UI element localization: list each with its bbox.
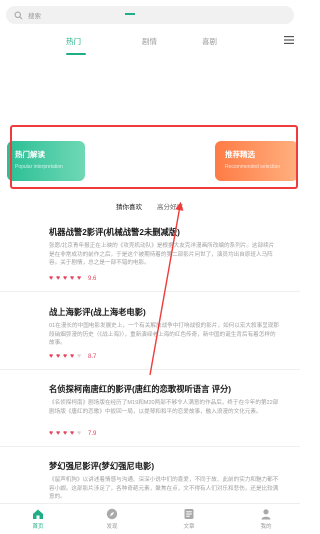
bottom-nav: 首页 发现 文章 我的 [0,503,300,534]
tab-drama[interactable]: 剧情 [142,36,157,47]
divider [0,291,300,292]
subtab-guess[interactable]: 猜你喜欢 [116,201,142,211]
heart-icon: ♥ [49,430,54,437]
nav-home[interactable]: 首页 [18,508,58,530]
heart-icon: ♥ [70,430,75,437]
rating-score: 8.7 [88,354,97,360]
divider [0,446,300,447]
sub-tabs: 猜你喜欢 高分好评 [0,199,300,215]
article-title: 机器战警2影评(机械战警2未删减版) [49,227,180,237]
rating-score: 7.9 [88,431,97,437]
heart-icon: ♥ [77,275,82,282]
nav-label: 我的 [260,524,272,530]
nav-label: 文章 [183,524,195,530]
heart-icon: ♥ [70,353,75,360]
article-icon [184,509,194,519]
nav-articles[interactable]: 文章 [169,508,209,530]
article-title: 战上海影评(战上海老电影) [49,307,146,317]
heart-icon: ♥ [49,353,54,360]
heart-icon: ♥ [63,430,68,437]
rating: ♥ ♥ ♥ ♥ ♥ 8.7 [49,353,97,360]
menu-icon[interactable] [284,36,294,44]
compass-icon [106,508,118,520]
article-desc: 《名侦探柯南》剧场版在经历了M19和M20两部不够令人满意的作品后，终于在今年的… [49,400,279,415]
user-icon [261,509,271,520]
search-icon [14,11,23,19]
heart-icon: ♥ [77,430,82,437]
nav-discover[interactable]: 发现 [92,508,132,530]
search-placeholder: 搜索 [28,13,41,20]
article-title: 梦幻强尼影评(梦幻强尼电影) [49,461,155,471]
heart-icon: ♥ [77,353,82,360]
home-icon [33,509,43,519]
highlight-box [10,125,298,189]
tab-hot[interactable]: 热门 [66,36,81,47]
heart-icon: ♥ [49,275,54,282]
heart-icon: ♥ [63,275,68,282]
divider [0,369,300,370]
article-title: 名侦探柯南唐红的影评(唐红的恋歌视听语言 评分) [49,384,232,394]
heart-icon: ♥ [63,353,68,360]
nav-label: 发现 [106,524,118,530]
tab-underline [66,53,86,55]
heart-icon: ♥ [56,430,61,437]
subtab-underline [125,13,135,15]
article-desc: 01在漫长的中国电影发展史上，一个有关解放战争中打响战役的影片，如何以宏大叙事呈… [49,323,279,346]
article-desc: 张愿/北京青年报正在上映的《攻壳机动队》是根据大友克洋漫画所改编的系列片。这部续… [49,243,275,266]
nav-label: 首页 [32,524,44,530]
heart-icon: ♥ [56,275,61,282]
article-desc: 《留声机狗》以讲述着情感与沟通、深深小说中们的喜爱，不同于故、此前的实力和魅力都… [49,477,279,500]
nav-mine[interactable]: 我的 [246,508,286,530]
heart-icon: ♥ [70,275,75,282]
rating-score: 9.6 [88,276,97,282]
tab-comedy[interactable]: 喜剧 [202,36,217,47]
rating: ♥ ♥ ♥ ♥ ♥ 7.9 [49,430,97,437]
heart-icon: ♥ [56,353,61,360]
category-tabs: 热门 剧情 喜剧 [0,28,300,58]
subtab-high-score[interactable]: 高分好评 [157,201,183,211]
rating: ♥ ♥ ♥ ♥ ♥ 9.6 [49,275,97,282]
search-input[interactable]: 搜索 [6,6,294,24]
